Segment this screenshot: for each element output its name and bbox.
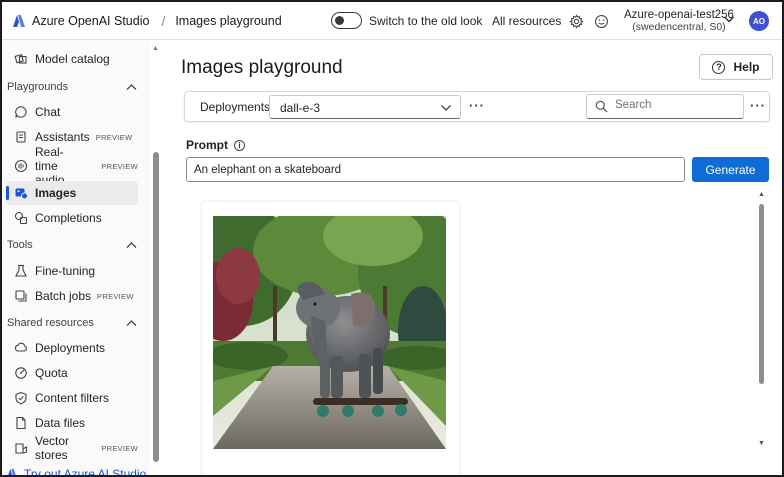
account-region: (swedencentral, S0)	[632, 21, 726, 33]
generate-button[interactable]: Generate	[692, 157, 769, 182]
sidebar-item-label: Completions	[35, 211, 102, 225]
sidebar-item-batch-jobs[interactable]: Batch jobs PREVIEW	[6, 284, 138, 308]
more-options-icon[interactable]: ···	[750, 98, 766, 113]
chevron-down-icon	[441, 105, 451, 111]
try-link-label: Try out Azure AI Studio	[24, 467, 147, 477]
sidebar-item-content-filters[interactable]: Content filters	[6, 386, 138, 410]
sidebar-item-chat[interactable]: Chat	[6, 100, 138, 124]
sidebar-item-label: Fine-tuning	[35, 264, 96, 278]
sidebar-item-quota[interactable]: Quota	[6, 361, 138, 385]
content-scrollbar[interactable]	[759, 204, 764, 384]
help-label: Help	[733, 60, 760, 74]
sidebar-item-label: Batch jobs	[35, 289, 92, 303]
scroll-up-icon[interactable]: ▲	[758, 191, 765, 198]
prompt-label: Prompt i	[186, 138, 245, 152]
toggle-switch[interactable]	[331, 12, 362, 29]
shield-icon	[14, 391, 28, 405]
deployments-icon	[14, 341, 28, 355]
sidebar-item-vector-stores[interactable]: Vector stores PREVIEW	[6, 434, 138, 462]
info-icon[interactable]: i	[234, 139, 245, 151]
top-bar: Azure OpenAI Studio / Images playground …	[2, 2, 782, 40]
chevron-down-icon[interactable]	[723, 14, 735, 24]
breadcrumb-separator: /	[161, 12, 166, 29]
search-icon	[595, 100, 608, 113]
vector-stores-icon	[14, 441, 28, 455]
sidebar-item-realtime-audio[interactable]: Real-time audio PREVIEW	[6, 145, 138, 187]
sidebar-item-fine-tuning[interactable]: Fine-tuning	[6, 259, 138, 283]
brand-name: Azure OpenAI Studio	[32, 13, 150, 28]
images-icon	[14, 186, 28, 200]
sidebar-item-label: Vector stores	[35, 434, 70, 462]
sidebar-item-label: Assistants	[35, 130, 90, 144]
completions-icon	[14, 211, 28, 225]
sidebar-item-label: Images	[35, 186, 77, 200]
prompt-label-text: Prompt	[186, 138, 228, 152]
sidebar-scrollbar[interactable]	[153, 152, 159, 462]
account-name: Azure-openai-test256	[624, 9, 734, 21]
toggle-label: Switch to the old look	[369, 13, 483, 28]
deployment-toolbar: Deployments dall-e-3 ··· ···	[184, 91, 770, 122]
section-shared-resources[interactable]: Shared resources	[7, 317, 137, 329]
sidebar-scroll-up-icon[interactable]: ▲	[152, 45, 159, 52]
more-options-icon[interactable]: ···	[469, 98, 485, 113]
breadcrumb-current-page: Images playground	[175, 13, 282, 28]
sidebar-item-images[interactable]: Images	[6, 181, 138, 205]
page-title: Images playground	[181, 57, 343, 78]
sidebar-item-label: Model catalog	[35, 52, 110, 66]
try-azure-ai-studio-link[interactable]: Try out Azure AI Studio	[6, 467, 147, 477]
model-catalog-icon	[14, 52, 28, 66]
section-title: Shared resources	[7, 317, 94, 329]
section-tools[interactable]: Tools	[7, 239, 137, 251]
deployment-dropdown[interactable]: dall-e-3	[269, 95, 461, 119]
deployments-label: Deployments	[200, 100, 271, 114]
settings-gear-icon[interactable]	[567, 12, 585, 30]
old-look-toggle[interactable]: Switch to the old look	[331, 12, 482, 29]
preview-badge: PREVIEW	[101, 161, 138, 171]
preview-badge: PREVIEW	[101, 443, 138, 453]
sidebar-item-label: Chat	[35, 105, 61, 119]
azure-ai-studio-icon	[8, 468, 16, 475]
flask-icon	[14, 264, 28, 278]
batch-icon	[14, 289, 28, 303]
audio-icon	[14, 159, 28, 173]
quota-icon	[14, 366, 28, 380]
sidebar-item-label: Content filters	[35, 391, 110, 405]
sidebar-item-label: Deployments	[35, 341, 106, 355]
generated-image[interactable]	[213, 216, 446, 449]
help-button[interactable]: ? Help	[699, 54, 773, 80]
label-line-1: Real-time	[35, 145, 64, 173]
feedback-smiley-icon[interactable]	[592, 12, 610, 30]
avatar[interactable]: AO	[749, 11, 769, 31]
sidebar-item-deployments[interactable]: Deployments	[6, 336, 138, 360]
elephant-skateboard-image	[213, 216, 446, 449]
sidebar-item-model-catalog[interactable]: Model catalog	[6, 47, 138, 71]
all-resources-link[interactable]: All resources	[492, 14, 561, 28]
prompt-input[interactable]	[186, 157, 685, 182]
chevron-up-icon[interactable]	[126, 83, 137, 91]
brand[interactable]: Azure OpenAI Studio	[12, 14, 149, 28]
section-title: Tools	[7, 239, 33, 251]
sidebar-item-completions[interactable]: Completions	[6, 206, 138, 230]
search-box[interactable]	[586, 94, 744, 119]
section-title: Playgrounds	[7, 81, 69, 93]
help-icon: ?	[712, 60, 726, 74]
sidebar-item-label: Quota	[35, 366, 68, 380]
chat-icon	[14, 105, 28, 119]
assistants-icon	[14, 130, 28, 144]
account-info[interactable]: Azure-openai-test256 (swedencentral, S0)	[624, 9, 734, 33]
preview-badge: PREVIEW	[97, 291, 134, 301]
search-input[interactable]	[615, 99, 735, 111]
section-playgrounds[interactable]: Playgrounds	[7, 81, 137, 93]
generated-image-card	[202, 202, 459, 475]
azure-logo-icon	[13, 14, 25, 27]
sidebar-item-data-files[interactable]: Data files	[6, 411, 138, 435]
data-files-icon	[14, 416, 28, 430]
deployment-value: dall-e-3	[280, 101, 321, 115]
app-window: Azure OpenAI Studio / Images playground …	[0, 0, 784, 477]
preview-badge: PREVIEW	[95, 132, 133, 142]
sidebar-item-label: Data files	[35, 416, 86, 430]
chevron-up-icon[interactable]	[126, 319, 137, 327]
scroll-down-icon[interactable]: ▼	[758, 440, 765, 447]
chevron-up-icon[interactable]	[126, 241, 137, 249]
